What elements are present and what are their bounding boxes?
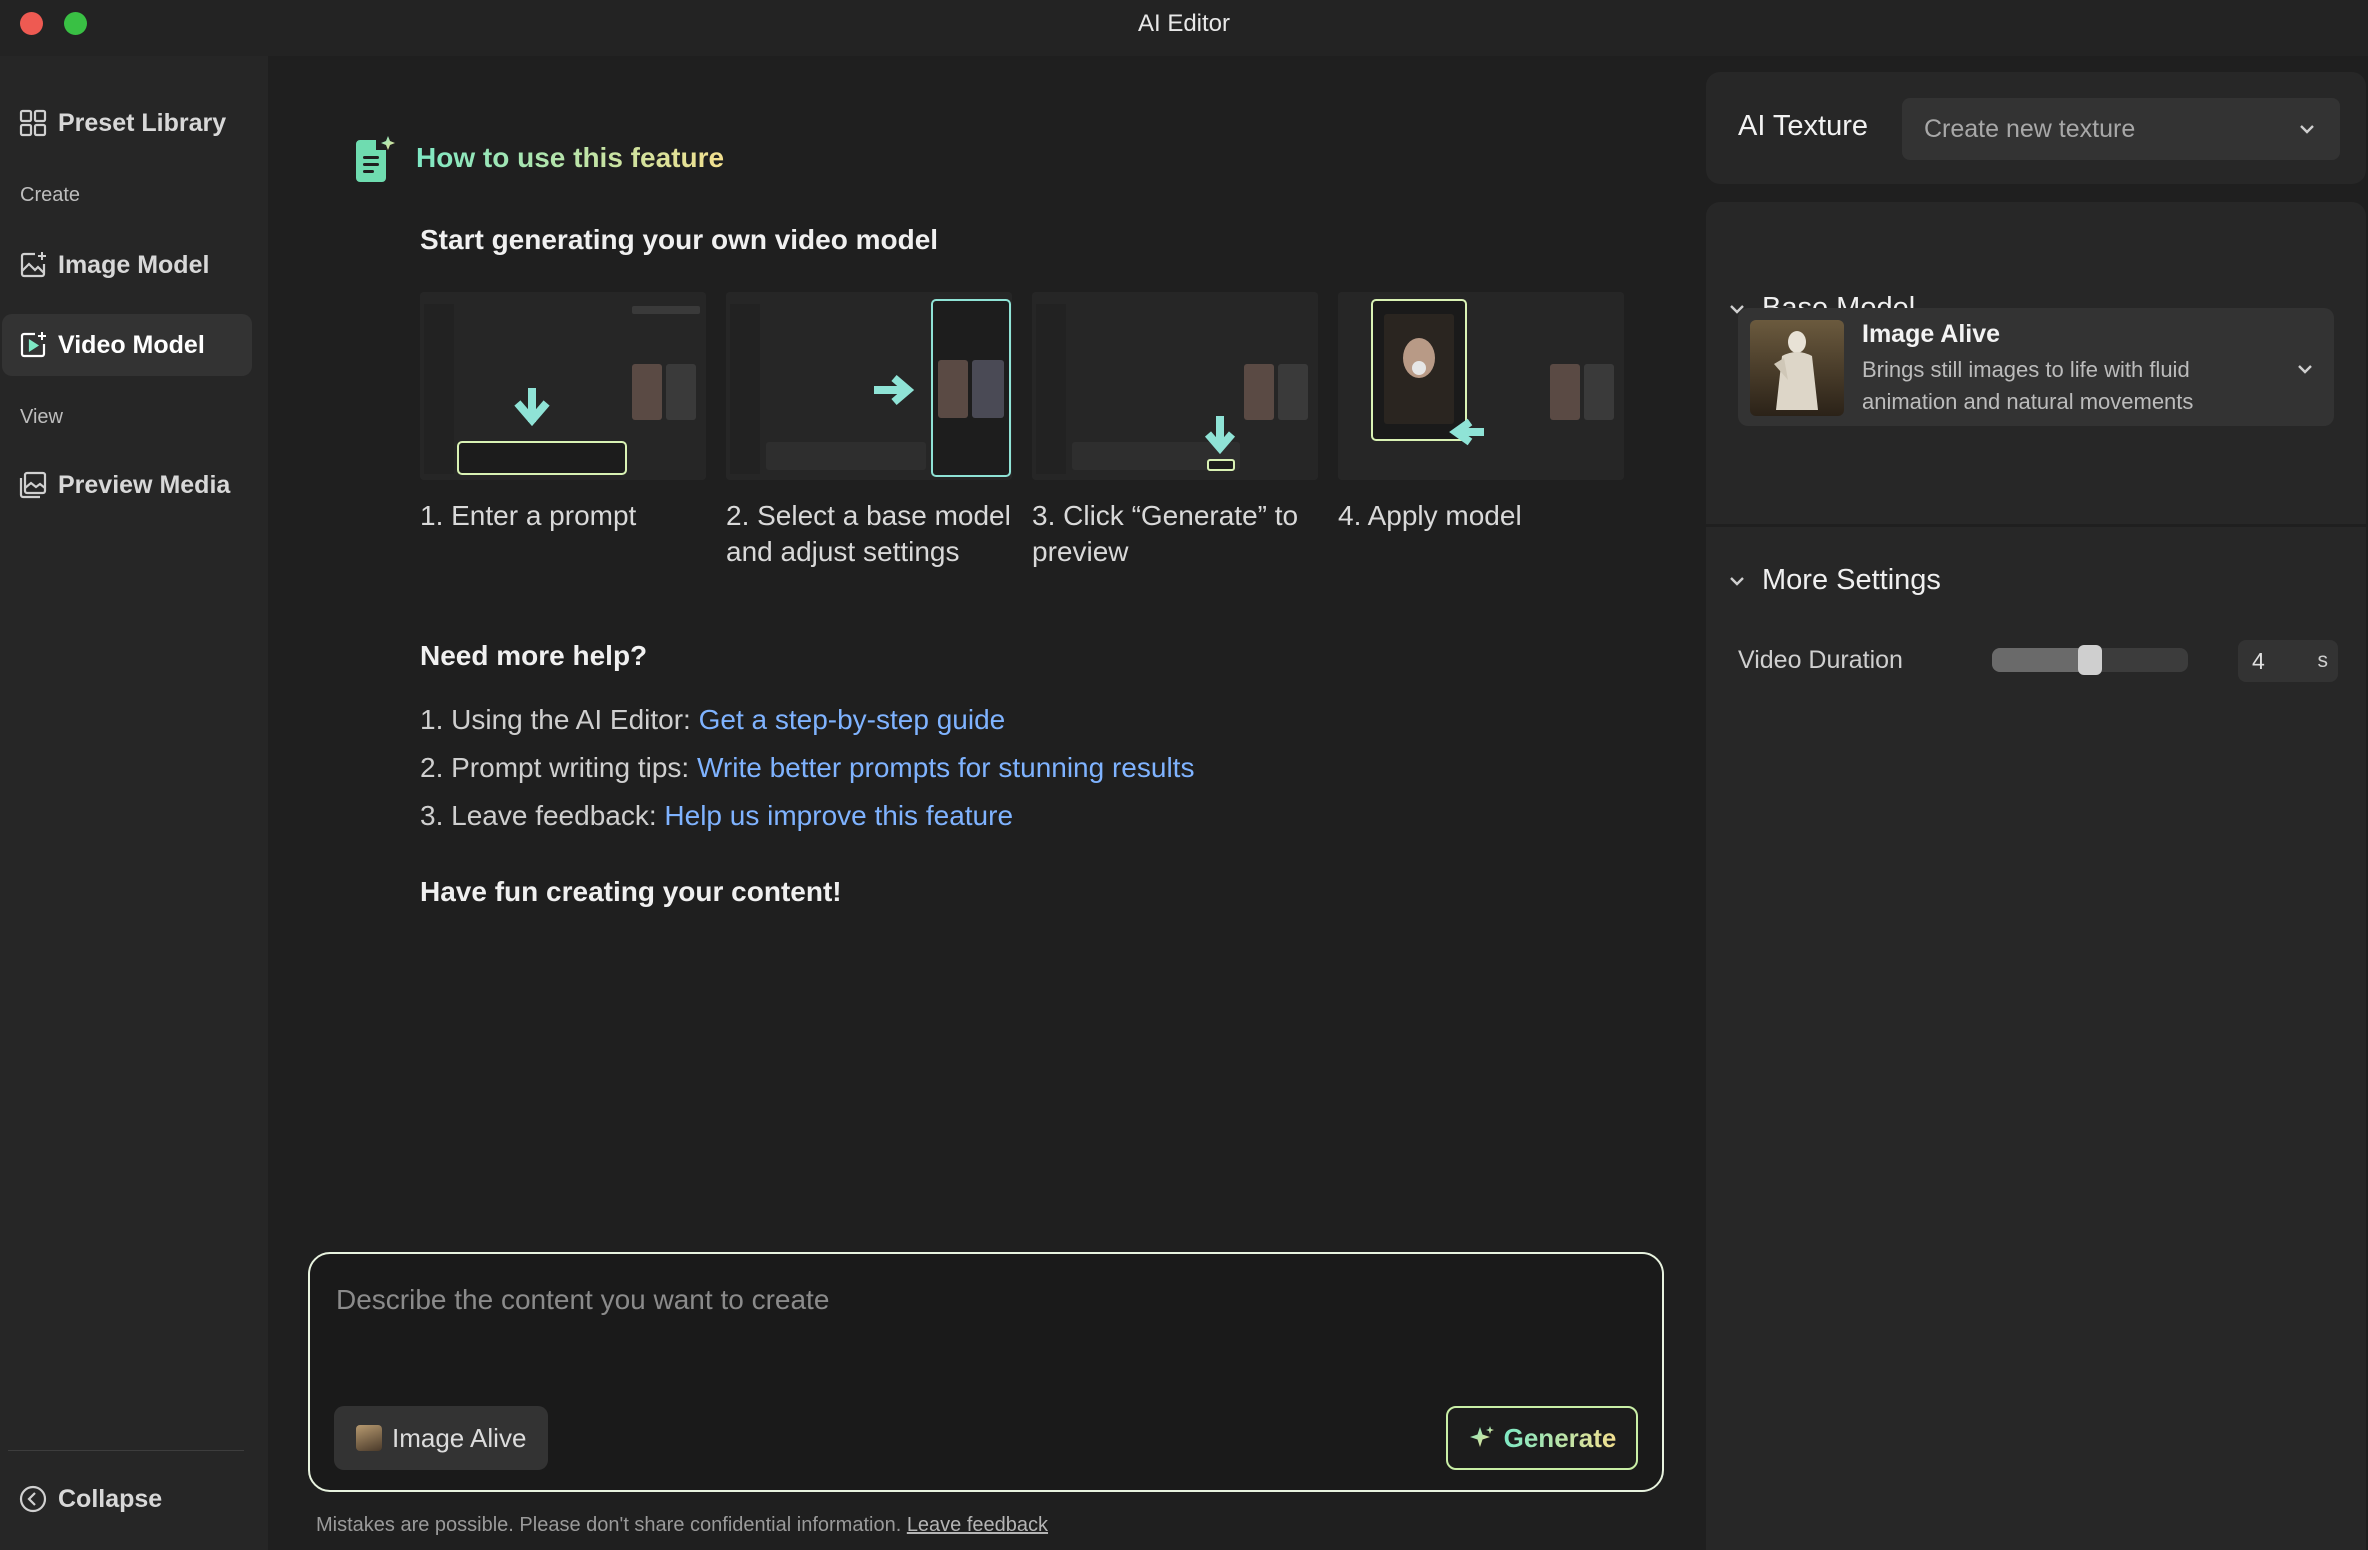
disclaimer: Mistakes are possible. Please don't shar… — [316, 1514, 1048, 1537]
help-link-prefix: 3. Leave feedback: — [420, 800, 665, 831]
base-model-selector[interactable]: Image Alive Brings still images to life … — [1738, 308, 2334, 426]
collapse-button[interactable]: Collapse — [2, 1468, 252, 1530]
help-link-row: 3. Leave feedback: Help us improve this … — [420, 800, 1194, 848]
collapse-label: Collapse — [58, 1484, 163, 1513]
prompt-input[interactable] — [336, 1284, 1636, 1374]
sidebar-divider — [8, 1450, 244, 1451]
model-thumbnail — [356, 1425, 382, 1451]
slider-fill — [1992, 648, 2090, 672]
model-thumbnail — [1750, 320, 1844, 416]
model-chip-label: Image Alive — [392, 1422, 527, 1453]
help-header: How to use this feature — [352, 134, 724, 182]
document-sparkle-icon — [356, 136, 395, 182]
more-settings-section-toggle[interactable]: More Settings — [1728, 564, 1941, 597]
step-3-illustration — [1032, 292, 1318, 480]
closing-text: Have fun creating your content! — [420, 876, 842, 907]
model-name: Image Alive — [1862, 320, 2001, 348]
media-gallery-icon — [19, 471, 47, 499]
step-label: 4. Apply model — [1338, 500, 1522, 531]
sidebar-item-label: Preview Media — [58, 470, 231, 499]
step-2-illustration — [726, 292, 1012, 480]
settings-card: Base Model Image Alive Brings still imag… — [1706, 202, 2366, 1550]
step-card: 3. Click “Generate” to preview — [1032, 292, 1318, 570]
step-4-illustration — [1338, 292, 1624, 480]
steps-row: 1. Enter a prompt 2. Select a base model… — [420, 292, 1630, 570]
sidebar-item-preview-media[interactable]: Preview Media — [2, 454, 252, 516]
sidebar-item-label: Video Model — [58, 330, 205, 359]
settings-panel: AI Texture Create new texture Base Model… — [1702, 56, 2368, 1550]
texture-label: AI Texture — [1738, 110, 1869, 142]
chevron-down-icon — [2300, 125, 2314, 134]
sparkle-icon — [1469, 1426, 1494, 1447]
help-link-prefix: 2. Prompt writing tips: — [420, 752, 697, 783]
more-help-heading: Need more help? — [420, 640, 648, 671]
chevron-down-icon — [2298, 365, 2312, 374]
sidebar-item-label: Preset Library — [58, 108, 227, 137]
video-duration-label: Video Duration — [1738, 646, 1903, 674]
grid-icon — [19, 109, 47, 137]
prompt-tips-link[interactable]: Write better prompts for stunning result… — [697, 752, 1194, 783]
sidebar-item-image-model[interactable]: Image Model — [2, 234, 252, 296]
step-label: 1. Enter a prompt — [420, 500, 637, 531]
more-settings-heading: More Settings — [1762, 564, 1941, 596]
feedback-link[interactable]: Help us improve this feature — [664, 800, 1013, 831]
generate-button[interactable]: Generate — [1446, 1406, 1638, 1470]
section-label-view: View — [20, 406, 63, 428]
video-duration-slider[interactable] — [1992, 645, 2188, 675]
section-label-create: Create — [20, 184, 81, 206]
help-title: How to use this feature — [416, 142, 725, 173]
window-title: AI Editor — [1137, 10, 1231, 37]
help-link-row: 2. Prompt writing tips: Write better pro… — [420, 752, 1194, 800]
step-label: 2. Select a base model and adjust settin… — [726, 500, 1011, 567]
texture-card: AI Texture Create new texture — [1706, 72, 2366, 184]
step-by-step-guide-link[interactable]: Get a step-by-step guide — [699, 704, 1006, 735]
step-label: 3. Click “Generate” to preview — [1032, 500, 1299, 567]
title-bar: AI Editor — [0, 0, 2368, 56]
texture-select-value: Create new texture — [1924, 114, 2136, 143]
main-content: How to use this feature Start generating… — [268, 56, 1702, 1550]
help-subtitle: Start generating your own video model — [420, 224, 939, 255]
step-card: 1. Enter a prompt — [420, 292, 706, 570]
chevron-left-circle-icon — [19, 1485, 47, 1513]
video-duration-input[interactable]: 4 s — [2238, 640, 2338, 682]
step-1-illustration — [420, 292, 706, 480]
leave-feedback-link[interactable]: Leave feedback — [907, 1514, 1048, 1536]
slider-handle[interactable] — [2078, 645, 2102, 675]
step-card: 4. Apply model — [1338, 292, 1624, 570]
section-divider — [1706, 524, 2366, 527]
generate-label: Generate — [1503, 1422, 1617, 1453]
texture-select[interactable]: Create new texture — [1902, 98, 2340, 160]
help-links: 1. Using the AI Editor: Get a step-by-st… — [420, 704, 1194, 848]
sidebar-item-label: Image Model — [58, 250, 210, 279]
sidebar-item-preset-library[interactable]: Preset Library — [2, 92, 252, 154]
model-chip[interactable]: Image Alive — [334, 1406, 549, 1470]
sidebar: Preset Library Create Image Model Video … — [0, 56, 268, 1550]
model-description: Brings still images to life with fluid a… — [1862, 357, 2194, 414]
prompt-composer: Image Alive Generate — [308, 1252, 1664, 1492]
video-duration-value: 4 — [2252, 647, 2265, 674]
step-card: 2. Select a base model and adjust settin… — [726, 292, 1012, 570]
help-link-prefix: 1. Using the AI Editor: — [420, 704, 699, 735]
help-link-row: 1. Using the AI Editor: Get a step-by-st… — [420, 704, 1194, 752]
video-sparkle-icon — [20, 332, 46, 358]
video-duration-unit: s — [2317, 649, 2329, 672]
image-sparkle-icon — [20, 252, 46, 278]
chevron-down-icon — [1730, 576, 1744, 586]
disclaimer-text: Mistakes are possible. Please don't shar… — [316, 1514, 902, 1536]
sidebar-item-video-model[interactable]: Video Model — [2, 314, 252, 376]
